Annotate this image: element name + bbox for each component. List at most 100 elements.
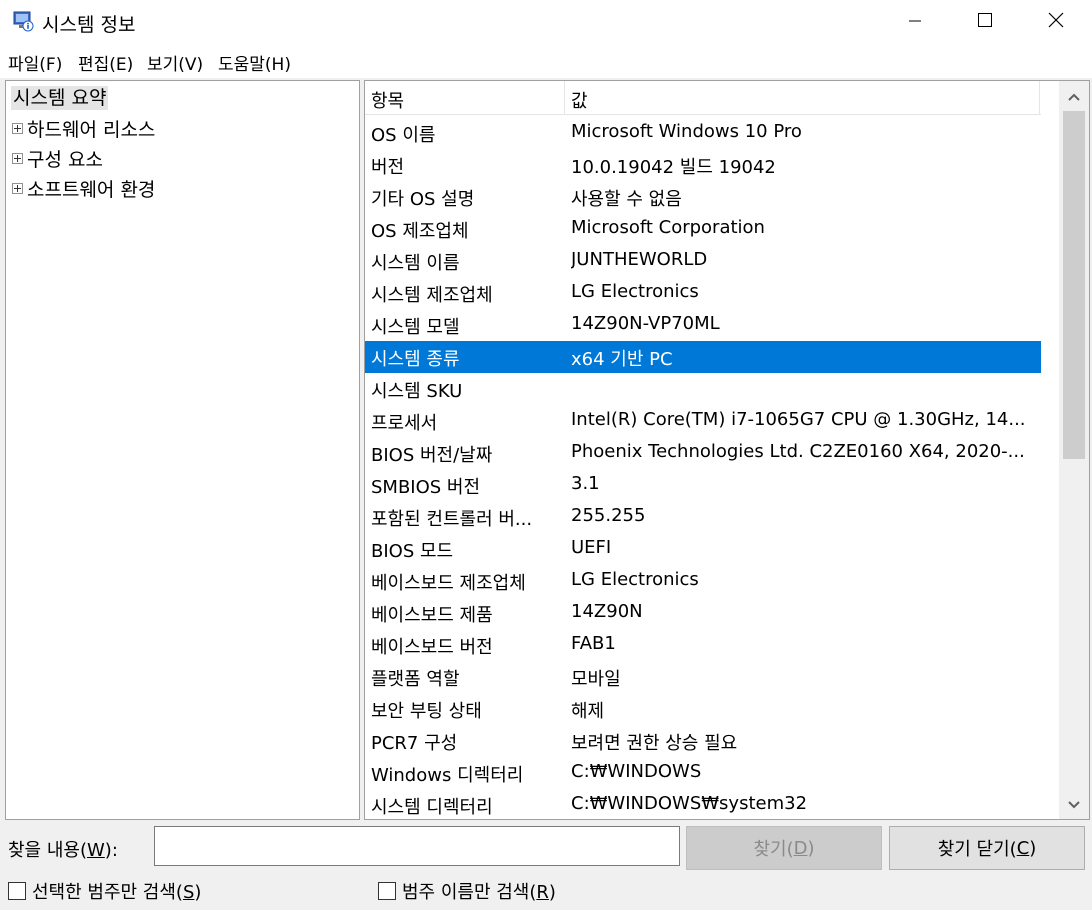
window-title: 시스템 정보: [42, 14, 136, 36]
list-rows: OS 이름 Microsoft Windows 10 Pro 버전 10.0.1904…: [365, 117, 1041, 819]
minimize-icon: [908, 12, 922, 33]
row-item-name: 시스템 디렉터리: [371, 797, 493, 818]
row-item-name: 기타 OS 설명: [371, 189, 475, 210]
row-item-value: x64 기반 PC: [571, 349, 673, 370]
row-item-value: 해제: [571, 701, 605, 722]
table-row[interactable]: 베이스보드 버전 FAB1: [365, 629, 1041, 661]
row-item-name: OS 제조업체: [371, 221, 469, 242]
table-row[interactable]: Windows 디렉터리 C:₩WINDOWS: [365, 757, 1041, 789]
checkbox-label: 선택한 범주만 검색(S): [32, 882, 202, 903]
table-row[interactable]: 플랫폼 역할 모바일: [365, 661, 1041, 693]
table-row[interactable]: 시스템 제조업체 LG Electronics: [365, 277, 1041, 309]
tree-item-system-summary[interactable]: 시스템 요약: [11, 86, 109, 110]
tree-item-components[interactable]: 구성 요소: [12, 146, 103, 171]
table-row[interactable]: 시스템 SKU: [365, 373, 1041, 405]
scroll-up-icon: [1067, 86, 1081, 107]
row-item-name: 버전: [371, 157, 405, 178]
tree-item-hardware-resources[interactable]: 하드웨어 리소스: [12, 116, 156, 141]
maximize-button[interactable]: [950, 0, 1020, 44]
row-item-value: C:₩WINDOWS₩system32: [571, 793, 808, 814]
row-item-value: 모바일: [571, 669, 621, 690]
row-item-name: BIOS 모드: [371, 541, 454, 562]
table-row[interactable]: 베이스보드 제품 14Z90N: [365, 597, 1041, 629]
row-item-value: 3.1: [571, 473, 600, 494]
row-item-name: 플랫폼 역할: [371, 669, 460, 690]
table-row[interactable]: OS 이름 Microsoft Windows 10 Pro: [365, 117, 1041, 149]
details-list[interactable]: 항목 값 OS 이름 Microsoft Windows 10 Pro 버전 10.0…: [364, 80, 1090, 820]
row-item-value: Intel(R) Core(TM) i7-1065G7 CPU @ 1.30GH…: [571, 409, 1026, 430]
row-item-name: 베이스보드 버전: [371, 637, 493, 658]
expand-icon[interactable]: [12, 182, 23, 194]
table-row[interactable]: 시스템 이름 JUNTHEWORLD: [365, 245, 1041, 277]
find-bar: 찾을 내용(W): 찾기(D) 찾기 닫기(C) 선택한 범주만 검색(S) 범…: [0, 820, 1092, 910]
row-item-name: 베이스보드 제품: [371, 605, 493, 626]
row-item-name: 시스템 이름: [371, 253, 460, 274]
table-row[interactable]: 프로세서 Intel(R) Core(TM) i7-1065G7 CPU @ 1.…: [365, 405, 1041, 437]
close-find-button[interactable]: 찾기 닫기(C): [889, 826, 1085, 870]
checkbox[interactable]: [378, 882, 396, 900]
scroll-down-button[interactable]: [1059, 789, 1089, 819]
checkbox[interactable]: [8, 882, 26, 900]
table-row[interactable]: 버전 10.0.19042 빌드 19042: [365, 149, 1041, 181]
row-item-name: 보안 부팅 상태: [371, 701, 482, 722]
row-item-name: 시스템 제조업체: [371, 285, 493, 306]
menu-edit[interactable]: 편집(E): [78, 50, 133, 75]
table-row[interactable]: BIOS 모드 UEFI: [365, 533, 1041, 565]
row-item-name: 시스템 SKU: [371, 381, 463, 402]
find-label: 찾을 내용(W):: [8, 840, 118, 861]
close-icon: [1048, 12, 1064, 33]
row-item-value: 14Z90N-VP70ML: [571, 313, 720, 334]
expand-icon[interactable]: [12, 122, 23, 134]
tree-item-software-environment[interactable]: 소프트웨어 환경: [12, 176, 155, 201]
row-item-name: SMBIOS 버전: [371, 477, 481, 498]
row-item-name: 프로세서: [371, 413, 438, 434]
expand-icon[interactable]: [12, 152, 23, 164]
close-button[interactable]: [1021, 0, 1091, 44]
table-row[interactable]: 베이스보드 제조업체 LG Electronics: [365, 565, 1041, 597]
tree-item-label: 구성 요소: [27, 148, 103, 171]
table-row[interactable]: SMBIOS 버전 3.1: [365, 469, 1041, 501]
row-item-value: LG Electronics: [571, 281, 699, 302]
row-item-value: 10.0.19042 빌드 19042: [571, 157, 776, 178]
column-header-item[interactable]: 항목: [371, 87, 404, 113]
row-item-value: C:₩WINDOWS: [571, 761, 702, 782]
row-item-name: BIOS 버전/날짜: [371, 445, 493, 466]
scroll-thumb[interactable]: [1063, 111, 1085, 459]
scroll-up-button[interactable]: [1059, 81, 1089, 111]
table-row[interactable]: 시스템 모델 14Z90N-VP70ML: [365, 309, 1041, 341]
minimize-button[interactable]: [880, 0, 950, 44]
table-row[interactable]: 시스템 디렉터리 C:₩WINDOWS₩system32: [365, 789, 1041, 819]
checkbox-label: 범주 이름만 검색(R): [402, 882, 556, 903]
menu-bar: 파일(F) 편집(E) 보기(V) 도움말(H): [0, 44, 1092, 78]
table-row[interactable]: 보안 부팅 상태 해제: [365, 693, 1041, 725]
maximize-icon: [977, 12, 993, 33]
table-row[interactable]: 포함된 컨트롤러 버... 255.255: [365, 501, 1041, 533]
column-divider[interactable]: [1039, 81, 1040, 115]
menu-help[interactable]: 도움말(H): [218, 50, 291, 75]
category-tree[interactable]: 시스템 요약 하드웨어 리소스 구성 요소 소프트웨어 환경: [5, 80, 360, 820]
row-item-value: FAB1: [571, 633, 616, 654]
table-row[interactable]: OS 제조업체 Microsoft Corporation: [365, 213, 1041, 245]
table-row[interactable]: PCR7 구성 보려면 권한 상승 필요: [365, 725, 1041, 757]
scroll-down-icon: [1067, 794, 1081, 815]
title-bar: 시스템 정보: [0, 0, 1092, 44]
row-item-name: 시스템 종류: [371, 349, 460, 370]
column-divider[interactable]: [564, 81, 565, 115]
column-header-value[interactable]: 값: [571, 87, 588, 113]
row-item-value: Microsoft Windows 10 Pro: [571, 121, 802, 142]
row-item-name: 포함된 컨트롤러 버...: [371, 509, 533, 530]
table-row[interactable]: 기타 OS 설명 사용할 수 없음: [365, 181, 1041, 213]
table-row[interactable]: 시스템 종류 x64 기반 PC: [365, 341, 1041, 373]
table-row[interactable]: BIOS 버전/날짜 Phoenix Technologies Ltd. C2ZE…: [365, 437, 1041, 469]
search-selected-category-checkbox[interactable]: 선택한 범주만 검색(S): [8, 878, 201, 904]
menu-file[interactable]: 파일(F): [8, 50, 62, 75]
menu-view[interactable]: 보기(V): [147, 50, 203, 75]
tree-item-label: 하드웨어 리소스: [27, 118, 156, 141]
search-category-names-checkbox[interactable]: 범주 이름만 검색(R): [378, 878, 556, 904]
row-item-value: Phoenix Technologies Ltd. C2ZE0160 X64, …: [571, 441, 1025, 462]
find-input[interactable]: [154, 826, 680, 866]
find-button[interactable]: 찾기(D): [686, 826, 882, 870]
system-info-icon: [12, 10, 34, 32]
row-item-name: OS 이름: [371, 125, 436, 146]
vertical-scrollbar[interactable]: [1059, 81, 1089, 819]
